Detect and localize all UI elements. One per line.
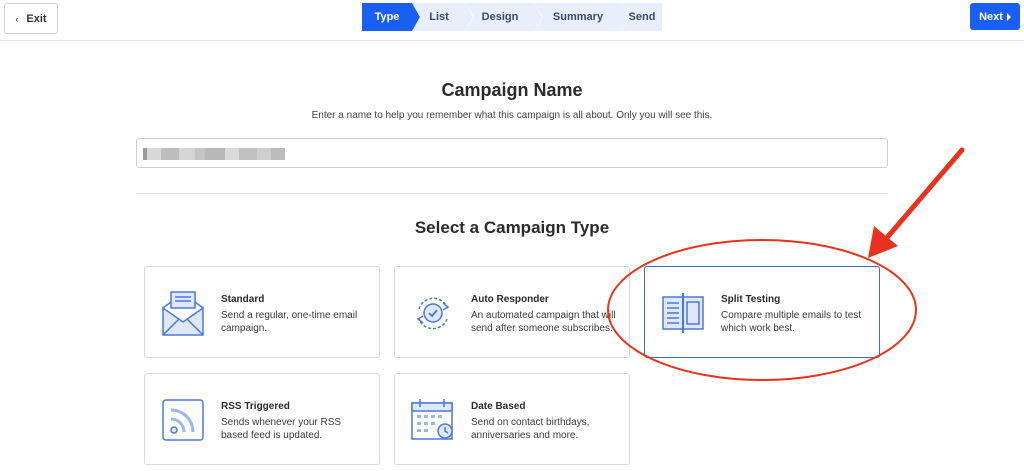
card-date-based-title: Date Based	[471, 401, 526, 412]
card-rss-triggered-title: RSS Triggered	[221, 401, 290, 412]
step-design-label: Design	[481, 11, 519, 23]
caret-right-icon	[1006, 12, 1011, 21]
card-standard-title: Standard	[221, 294, 265, 305]
section-divider	[136, 193, 888, 194]
step-design[interactable]: Design	[466, 3, 543, 31]
card-date-based[interactable]: Date Based Send on contact birthdays, an…	[394, 373, 630, 465]
card-auto-responder-desc: An automated campaign that will send aft…	[471, 310, 616, 334]
card-auto-responder[interactable]: Auto Responder An automated campaign tha…	[394, 266, 630, 358]
card-split-testing-title: Split Testing	[721, 294, 781, 305]
top-bar: ‹ Exit Type List Design Summary Send Nex…	[0, 0, 1024, 41]
step-send-label: Send	[628, 11, 656, 23]
envelope-icon	[162, 291, 204, 336]
rss-icon	[162, 399, 204, 441]
next-button[interactable]: Next	[970, 3, 1020, 30]
card-standard[interactable]: Standard Send a regular, one-time email …	[144, 266, 380, 358]
split-document-icon	[662, 293, 704, 333]
step-type-label: Type	[374, 11, 400, 23]
step-summary-label: Summary	[552, 11, 604, 23]
campaign-name-subtitle: Enter a name to help you remember what t…	[311, 110, 713, 121]
calendar-icon	[411, 399, 453, 440]
step-type[interactable]: Type	[362, 3, 421, 31]
step-list-label: List	[429, 11, 449, 23]
redacted-name-value	[143, 148, 285, 160]
chevron-left-icon: ‹	[15, 13, 19, 24]
wizard-steps: Type List Design Summary Send	[362, 3, 662, 31]
campaign-type-title: Select a Campaign Type	[414, 218, 610, 237]
card-standard-desc: Send a regular, one-time email campaign.	[221, 310, 358, 334]
exit-label: Exit	[26, 12, 47, 25]
campaign-name-title: Campaign Name	[441, 80, 583, 100]
exit-button[interactable]: ‹ Exit	[4, 3, 58, 34]
card-rss-triggered-desc: Sends whenever your RSS based feed is up…	[221, 417, 342, 441]
step-summary[interactable]: Summary	[535, 3, 630, 31]
card-auto-responder-title: Auto Responder	[471, 294, 549, 305]
campaign-name-input[interactable]	[136, 138, 888, 168]
next-label: Next	[979, 10, 1003, 23]
card-rss-triggered[interactable]: RSS Triggered Sends whenever your RSS ba…	[144, 373, 380, 465]
card-split-testing-desc: Compare multiple emails to test which wo…	[721, 310, 862, 334]
card-date-based-desc: Send on contact birthdays, anniversaries…	[471, 417, 590, 441]
autoresponder-cycle-icon	[416, 297, 450, 330]
card-split-testing[interactable]: Split Testing Compare multiple emails to…	[644, 266, 880, 358]
